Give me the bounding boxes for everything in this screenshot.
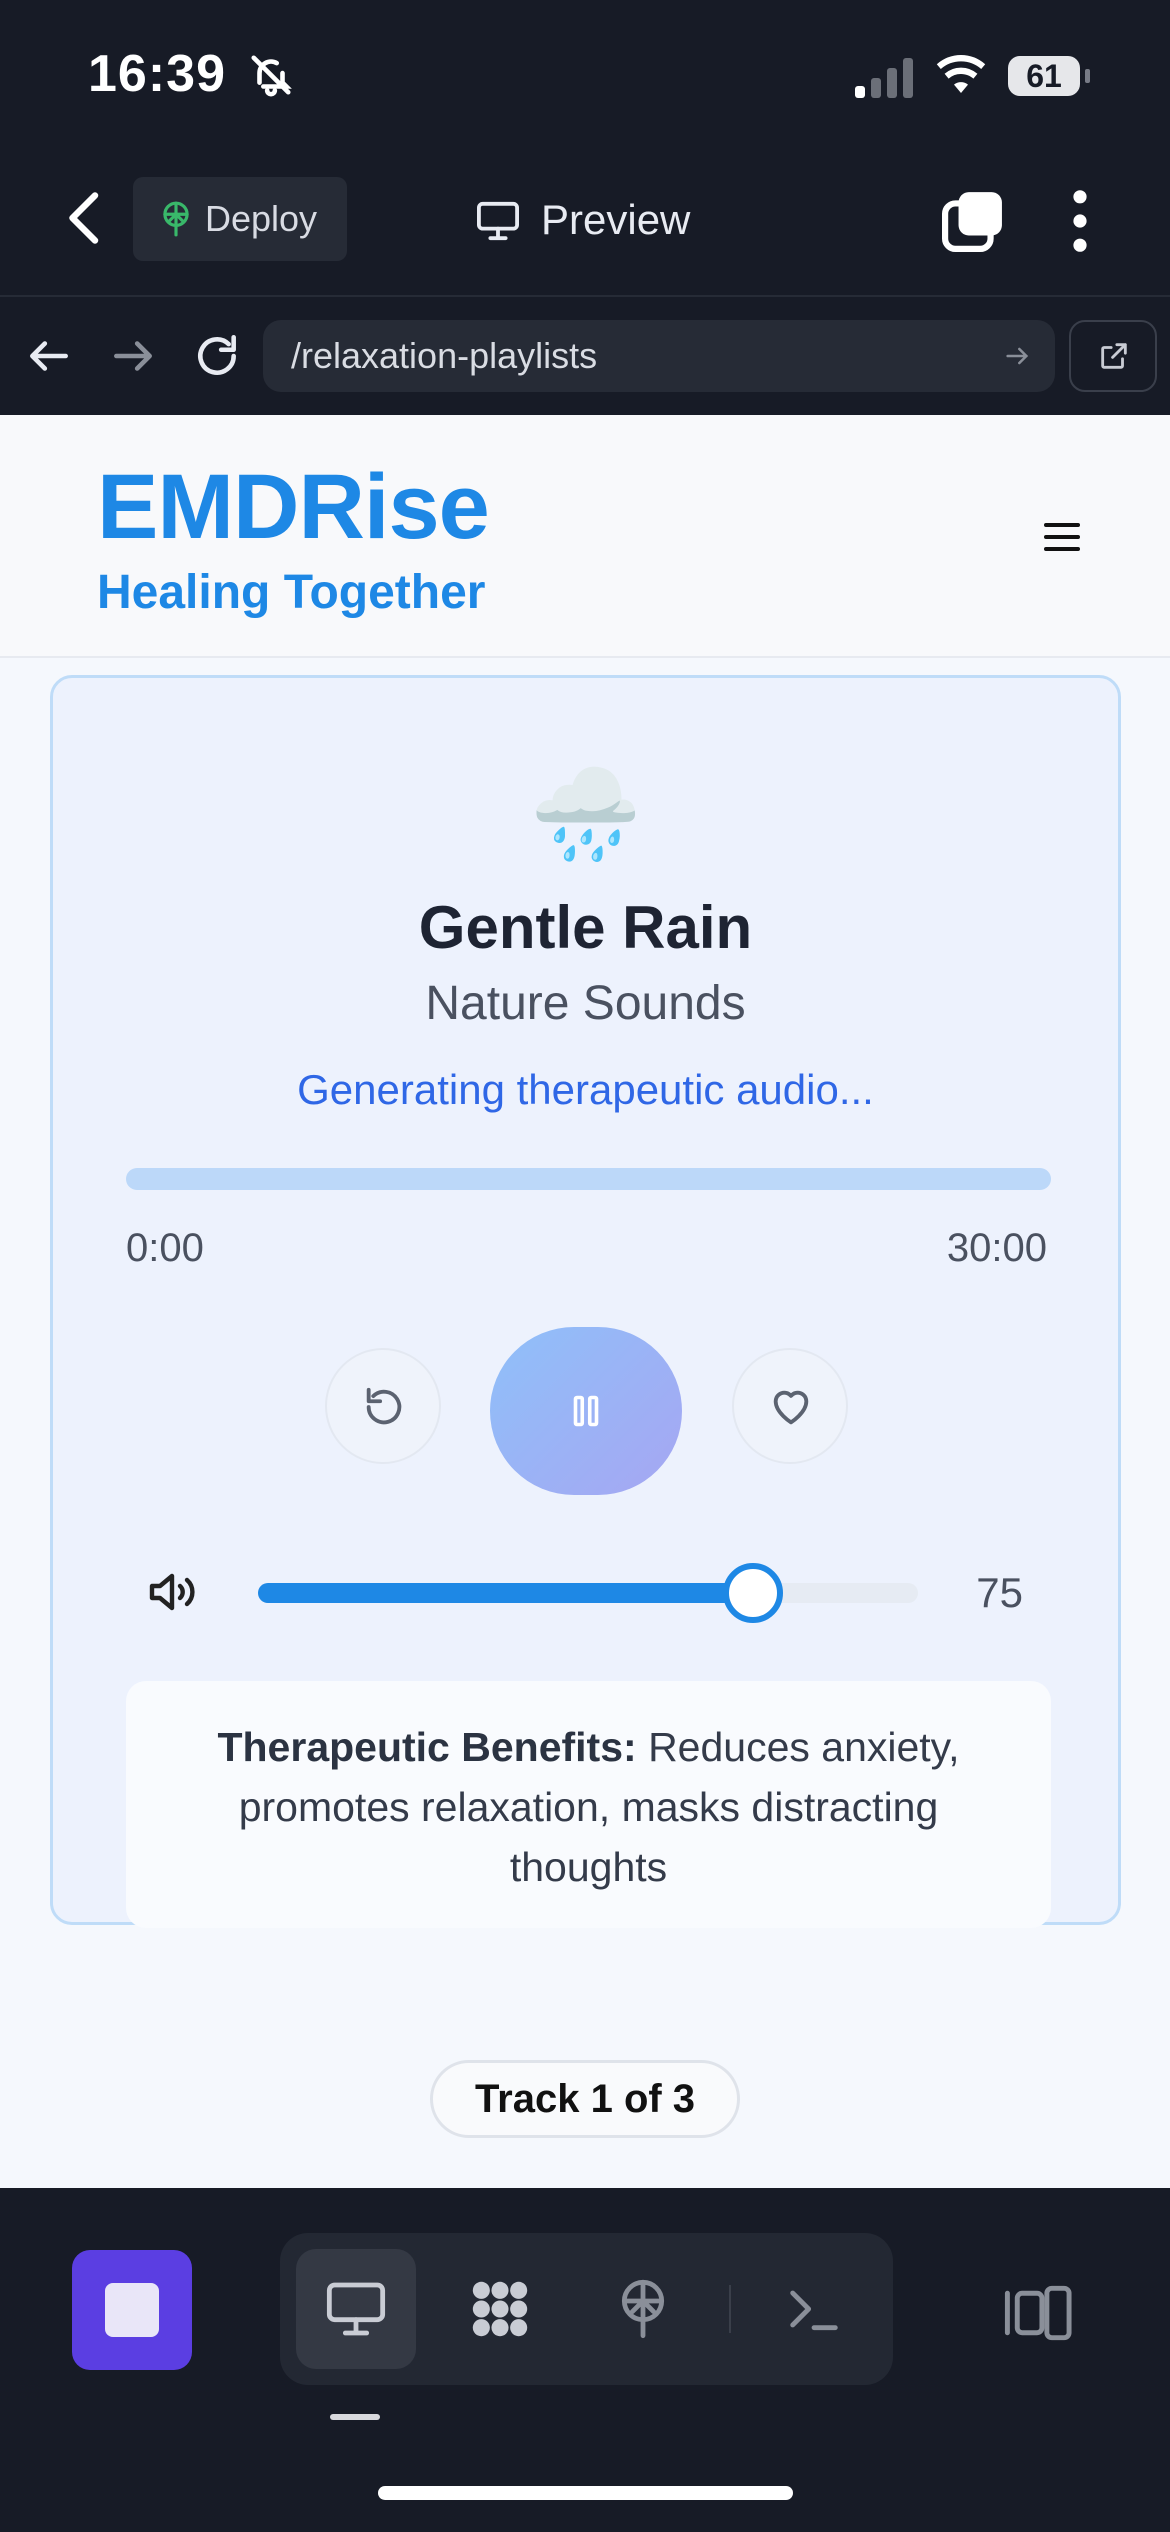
status-bar: 16:39 61 (0, 0, 1170, 150)
preview-tab[interactable] (296, 2249, 416, 2369)
back-chevron-icon[interactable] (60, 188, 110, 248)
volume-icon[interactable] (148, 1569, 200, 1615)
go-arrow-icon[interactable] (1003, 342, 1031, 370)
grid-icon (472, 2281, 528, 2337)
site-tagline: Healing Together (97, 566, 486, 619)
browser-url-bar: /relaxation-playlists (0, 295, 1170, 415)
track-category: Nature Sounds (425, 977, 746, 1030)
volume-thumb[interactable] (723, 1563, 783, 1623)
generation-status: Generating therapeutic audio... (297, 1066, 874, 1113)
dock-separator (729, 2285, 731, 2333)
restart-icon (366, 1387, 402, 1425)
terminal-tab[interactable] (754, 2249, 874, 2369)
active-tab-indicator (330, 2414, 380, 2420)
web-page: EMDRise Healing Together 🌧️ Gentle Rain … (0, 415, 1170, 2188)
preview-title[interactable]: Preview (475, 192, 690, 248)
arrow-left-icon[interactable] (24, 331, 74, 381)
arrow-right-icon[interactable] (108, 331, 158, 381)
progress-bar[interactable] (126, 1168, 1051, 1190)
battery-indicator: 61 (1008, 56, 1090, 96)
deploy-icon (163, 201, 189, 237)
benefits-label: Therapeutic Benefits: (217, 1724, 637, 1770)
signal-icon (855, 58, 913, 98)
current-time: 0:00 (126, 1226, 204, 1270)
stop-button[interactable] (72, 2250, 192, 2370)
rain-cloud-icon: 🌧️ (529, 765, 642, 865)
wifi-icon (936, 55, 986, 93)
tabs-icon[interactable] (942, 190, 1004, 252)
deploy-antenna-icon (621, 2279, 665, 2339)
hamburger-icon[interactable] (1044, 523, 1080, 553)
therapeutic-benefits: Therapeutic Benefits: Reduces anxiety, p… (126, 1681, 1051, 1928)
preview-label: Preview (541, 196, 691, 243)
open-external-button[interactable] (1069, 320, 1157, 392)
pause-button[interactable] (490, 1327, 682, 1495)
volume-slider[interactable] (258, 1563, 918, 1623)
app-top-bar: Deploy Preview (0, 150, 1170, 295)
track-title: Gentle Rain (418, 894, 753, 961)
url-input[interactable]: /relaxation-playlists (263, 320, 1055, 392)
restart-button[interactable] (325, 1348, 441, 1464)
track-indicator: Track 1 of 3 (430, 2060, 740, 2138)
bell-slash-icon (251, 55, 292, 97)
monitor-icon (477, 201, 519, 241)
more-vertical-icon[interactable] (1062, 188, 1098, 254)
deploy-tab[interactable] (583, 2249, 703, 2369)
preview-icon (326, 2282, 386, 2336)
home-indicator (378, 2486, 793, 2500)
volume-fill (258, 1583, 753, 1603)
favorite-button[interactable] (732, 1348, 848, 1464)
total-time: 30:00 (946, 1226, 1047, 1270)
deploy-label: Deploy (205, 198, 318, 239)
status-time: 16:39 (88, 45, 226, 103)
stop-icon (105, 2283, 159, 2337)
apps-tab[interactable] (440, 2249, 560, 2369)
reload-icon[interactable] (192, 331, 242, 381)
volume-value: 75 (976, 1569, 1023, 1616)
layout-icon[interactable] (1000, 2282, 1074, 2344)
url-text: /relaxation-playlists (291, 335, 598, 376)
deploy-button[interactable]: Deploy (133, 177, 347, 261)
external-link-icon (1101, 343, 1127, 369)
site-header: EMDRise Healing Together (0, 415, 1170, 658)
audio-player-card: 🌧️ Gentle Rain Nature Sounds Generating … (50, 675, 1121, 1928)
terminal-icon (790, 2290, 838, 2331)
bottom-toolbar (0, 2188, 1170, 2532)
site-logo[interactable]: EMDRise (97, 455, 490, 560)
heart-icon (773, 1390, 809, 1425)
pause-icon (573, 1395, 599, 1427)
dock-tabs (280, 2233, 893, 2385)
